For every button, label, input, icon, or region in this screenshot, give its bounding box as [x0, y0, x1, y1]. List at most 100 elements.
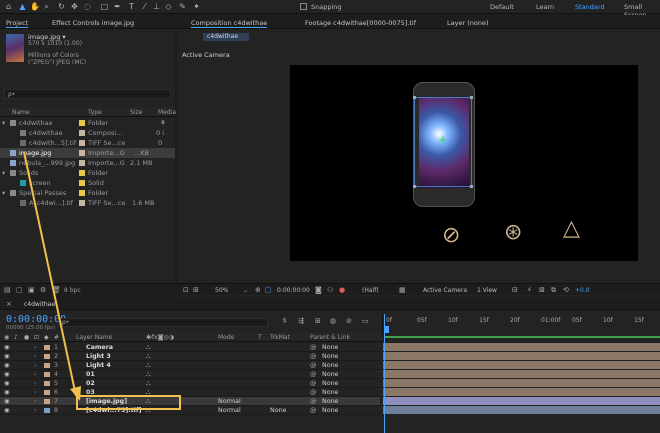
project-item-folder-c4dwithae[interactable]: ▾ c4dwithae Folder ⚘ [0, 118, 175, 128]
label-color[interactable] [79, 120, 85, 126]
eye-icon[interactable]: ◉ [4, 406, 10, 415]
layer-duration-bar[interactable] [383, 343, 660, 351]
comp-chip[interactable]: c4dwithae [203, 33, 249, 41]
eye-icon[interactable]: ◉ [4, 343, 10, 352]
layer-row[interactable]: ◉ › 6 03 ⛬ @ None [0, 388, 380, 397]
expand-arrow-icon[interactable]: › [34, 343, 37, 352]
close-icon[interactable]: × [6, 300, 12, 308]
tab-timeline-comp[interactable]: c4dwithae [24, 301, 55, 308]
interpret-footage-icon[interactable]: ▤ [4, 286, 11, 294]
tab-effect-controls[interactable]: Effect Controls image.jpg [52, 19, 134, 27]
transparency-grid-icon[interactable]: ▦ [399, 286, 406, 294]
tab-composition[interactable]: Composition c4dwithae [191, 19, 268, 28]
layout-icon[interactable]: ⊟ [512, 286, 518, 294]
expand-arrow-icon[interactable]: › [34, 370, 37, 379]
rectangle-tool-icon[interactable]: □ [100, 2, 109, 11]
rotate-tool-icon[interactable]: ↻ [57, 2, 66, 11]
shy-switch-icon[interactable]: ⛬ [146, 379, 150, 388]
header-size[interactable]: Size [130, 109, 142, 116]
mask-visibility-icon[interactable]: ▢ [265, 286, 272, 294]
eye-icon[interactable]: ◉ [4, 379, 10, 388]
layer-duration-bar[interactable] [383, 379, 660, 387]
header-parent[interactable]: Parent & Link [310, 334, 350, 341]
expand-arrow-icon[interactable]: › [34, 388, 37, 397]
views-dropdown[interactable]: 1 View [477, 287, 497, 294]
header-t[interactable]: T [258, 334, 262, 341]
bpc-label[interactable]: 8 bpc [64, 287, 81, 294]
label-color[interactable] [44, 345, 50, 350]
graph-editor-icon[interactable]: ⊘ [346, 317, 352, 325]
current-time-indicator[interactable] [385, 326, 389, 333]
type-tool-icon[interactable]: T [127, 2, 136, 11]
reset-exposure-icon[interactable]: ⟲ [563, 286, 569, 294]
label-color[interactable] [79, 140, 85, 146]
layer-row[interactable]: ◉ › 1 Camera ⛬ @ None [0, 343, 380, 352]
comp-timecode[interactable]: 0:00:00:00 [277, 287, 310, 294]
header-layer-name[interactable]: Layer Name [76, 334, 112, 341]
eye-icon[interactable]: ◉ [4, 361, 10, 370]
layer-name[interactable]: Light 3 [86, 352, 111, 361]
channel-icon[interactable]: ● [339, 286, 345, 294]
pickwhip-icon[interactable]: @ [310, 361, 316, 370]
camera-dropdown[interactable]: Active Camera [423, 287, 467, 294]
transform-handle[interactable] [470, 96, 473, 99]
layer-name[interactable]: Light 4 [86, 361, 111, 370]
work-area-range[interactable] [385, 336, 660, 338]
layer-name[interactable]: Camera [86, 343, 113, 352]
tab-footage[interactable]: Footage c4dwithae[0000-0075].tif [305, 19, 416, 27]
hand-tool-icon[interactable]: ✋ [30, 2, 40, 11]
layer-bounding-box[interactable]: ✛ [413, 96, 473, 188]
tab-project[interactable]: Project [6, 19, 29, 28]
label-color[interactable] [44, 381, 50, 386]
show-snapshot-icon[interactable]: ⚇ [327, 286, 333, 294]
pen-tool-icon[interactable]: ✒ [113, 2, 122, 11]
project-item-tif-sequence[interactable]: c4dwith...5].tif TIFF Se...ce 0 [0, 138, 175, 148]
label-color[interactable] [79, 130, 85, 136]
eraser-tool-icon[interactable]: ◇ [164, 2, 173, 11]
parent-dropdown[interactable]: None [322, 397, 338, 406]
layer-name[interactable]: 01 [86, 370, 95, 379]
shy-switch-icon[interactable]: ⛬ [146, 361, 150, 370]
shy-switch-icon[interactable]: ⛬ [146, 343, 150, 352]
expand-arrow-icon[interactable]: › [34, 406, 37, 415]
work-area-bar[interactable] [382, 334, 660, 340]
axis-gizmo-icon[interactable]: ✛ [439, 136, 447, 146]
label-color[interactable] [44, 408, 50, 413]
layer-duration-bar[interactable] [383, 352, 660, 360]
snapping-checkbox[interactable] [300, 3, 307, 10]
parent-dropdown[interactable]: None [322, 379, 338, 388]
expand-arrow-icon[interactable]: › [34, 397, 37, 406]
frame-blending-icon[interactable]: ⊞ [315, 317, 321, 325]
project-item-folder-solids[interactable]: ▾ Solids Folder [0, 168, 175, 178]
selection-tool-icon[interactable]: ▲ [18, 2, 27, 11]
pickwhip-icon[interactable]: @ [310, 370, 316, 379]
chevron-down-icon[interactable]: ⌄ [243, 287, 248, 294]
comp-flowchart-icon[interactable]: ▭ [362, 317, 369, 325]
exposure-value[interactable]: +0.0 [575, 287, 590, 294]
grid-icon[interactable]: ⊕ [255, 286, 261, 294]
layer-duration-bar[interactable] [383, 370, 660, 378]
layer-row[interactable]: ◉ › 7 [image.jpg] ⛬ Normal @ None [0, 397, 380, 406]
snapshot-icon[interactable]: ⊡ [183, 286, 189, 294]
label-color[interactable] [79, 200, 85, 206]
expand-arrow-icon[interactable]: ▾ [2, 118, 5, 128]
settings-icon[interactable]: ⚙ [40, 286, 46, 294]
eye-icon[interactable]: ◉ [4, 388, 10, 397]
label-color[interactable] [79, 190, 85, 196]
layer-name[interactable]: 02 [86, 379, 95, 388]
layer-row[interactable]: ◉ › 2 Light 3 ⛬ @ None [0, 352, 380, 361]
mode-dropdown[interactable]: Normal [218, 406, 241, 415]
home-icon[interactable]: ⌂ [4, 2, 13, 11]
label-color[interactable] [79, 150, 85, 156]
project-item-special-tif[interactable]: A_c4dwi...].tif TIFF Se...ce 1.6 MB [0, 198, 175, 208]
project-item-nebula[interactable]: nebula_...999.jpg Importe...G 2.1 MB [0, 158, 175, 168]
layer-row[interactable]: ◉ › 4 01 ⛬ @ None [0, 370, 380, 379]
project-item-folder-special[interactable]: ▾ Special Passes Folder [0, 188, 175, 198]
project-item-image-jpg[interactable]: image.jpg Importe...G ...KB [0, 148, 175, 158]
resolution-dropdown[interactable]: (Half) [362, 287, 379, 294]
label-color[interactable] [79, 180, 85, 186]
expand-arrow-icon[interactable]: › [34, 352, 37, 361]
layer-row[interactable]: ◉ › 5 02 ⛬ @ None [0, 379, 380, 388]
pickwhip-icon[interactable]: @ [310, 388, 316, 397]
expand-arrow-icon[interactable]: › [34, 379, 37, 388]
